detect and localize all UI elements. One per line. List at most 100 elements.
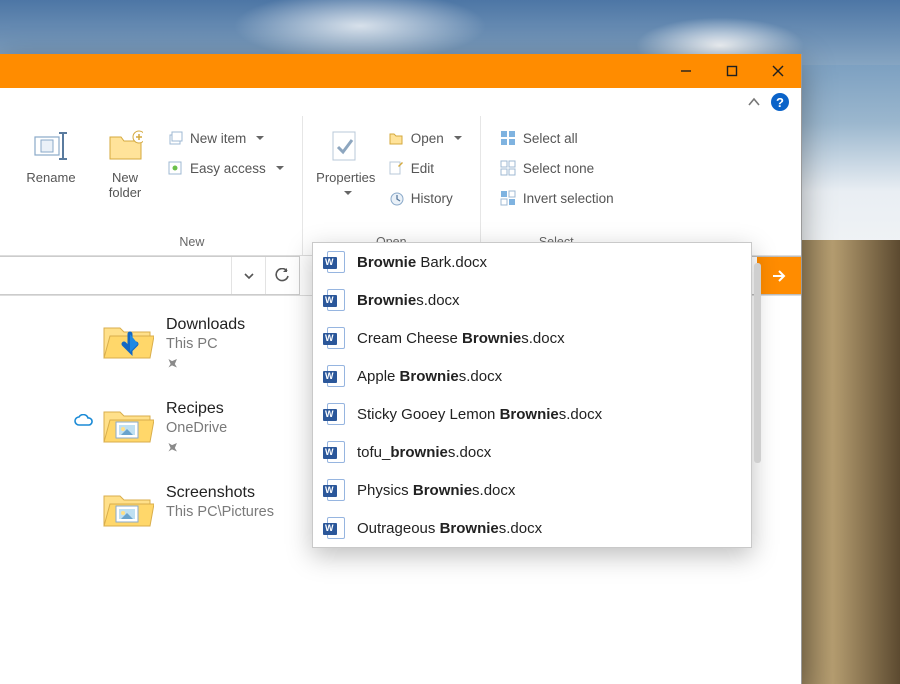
suggestion-text: Outrageous Brownies.docx	[357, 520, 542, 537]
folder-icon	[100, 316, 154, 364]
invert-selection-label: Invert selection	[523, 191, 614, 206]
suggestion-item[interactable]: Outrageous Brownies.docx	[313, 509, 751, 547]
history-button[interactable]: History	[381, 184, 468, 212]
word-doc-icon	[327, 403, 345, 425]
invert-selection-icon	[499, 189, 517, 207]
history-icon	[387, 189, 405, 207]
open-label: Open	[411, 131, 444, 146]
word-doc-icon	[327, 479, 345, 501]
word-doc-icon	[327, 327, 345, 349]
suggestion-item[interactable]: Cream Cheese Brownies.docx	[313, 319, 751, 357]
folder-icon	[100, 484, 154, 532]
edit-label: Edit	[411, 161, 434, 176]
suggestion-item[interactable]: Brownies.docx	[313, 281, 751, 319]
pin-icon	[162, 354, 182, 374]
folder-location: OneDrive	[166, 420, 227, 436]
word-doc-icon	[327, 251, 345, 273]
word-doc-icon	[327, 441, 345, 463]
suggestion-text: Brownies.docx	[357, 292, 460, 309]
close-button[interactable]	[755, 54, 801, 88]
word-doc-icon	[327, 289, 345, 311]
invert-selection-button[interactable]: Invert selection	[493, 184, 620, 212]
suggestion-text: Brownie Bark.docx	[357, 254, 487, 271]
properties-button[interactable]: Properties	[315, 120, 377, 231]
edit-icon	[387, 159, 405, 177]
easy-access-icon	[166, 159, 184, 177]
select-all-icon	[499, 129, 517, 147]
ribbon-new-group: New folder New item Easy access	[82, 116, 303, 255]
help-button[interactable]: ?	[771, 93, 789, 111]
new-folder-label1: New	[112, 170, 138, 185]
folder-icon	[100, 400, 154, 448]
arrow-right-icon	[770, 267, 788, 285]
ribbon: Rename New folder	[0, 116, 801, 256]
minimize-button[interactable]	[663, 54, 709, 88]
ribbon-header-right: ?	[0, 88, 801, 116]
word-doc-icon	[327, 365, 345, 387]
folder-meta: Recipes OneDrive	[166, 400, 227, 458]
open-button[interactable]: Open	[381, 124, 468, 152]
properties-icon	[328, 128, 364, 164]
select-none-label: Select none	[523, 161, 594, 176]
ribbon-group-spacer	[49, 231, 52, 255]
minimize-icon	[680, 65, 692, 77]
ribbon-rename-group: Rename	[8, 116, 82, 255]
suggestion-item[interactable]: tofu_brownies.docx	[313, 433, 751, 471]
address-history-button[interactable]	[231, 257, 265, 294]
new-item-button[interactable]: New item	[160, 124, 290, 152]
search-go-button[interactable]	[757, 257, 801, 294]
new-item-label: New item	[190, 131, 246, 146]
edit-button[interactable]: Edit	[381, 154, 468, 182]
open-icon	[387, 129, 405, 147]
new-folder-icon	[107, 128, 143, 164]
select-all-button[interactable]: Select all	[493, 124, 620, 152]
new-item-icon	[166, 129, 184, 147]
close-icon	[772, 65, 784, 77]
rename-button[interactable]: Rename	[20, 120, 82, 231]
folder-name: Downloads	[166, 316, 245, 334]
select-all-label: Select all	[523, 131, 578, 146]
suggestions-scrollbar[interactable]	[754, 263, 761, 463]
ribbon-select-group: Select all Select none Invert selection	[481, 116, 632, 255]
rename-label: Rename	[26, 170, 75, 185]
select-none-icon	[499, 159, 517, 177]
suggestion-text: Sticky Gooey Lemon Brownies.docx	[357, 406, 602, 423]
suggestion-text: Physics Brownies.docx	[357, 482, 515, 499]
folder-location: This PC\Pictures	[166, 504, 274, 520]
folder-name: Recipes	[166, 400, 227, 418]
suggestion-item[interactable]: Apple Brownies.docx	[313, 357, 751, 395]
maximize-button[interactable]	[709, 54, 755, 88]
ribbon-group-new-label: New	[179, 231, 204, 255]
titlebar	[0, 54, 801, 88]
rename-icon	[33, 128, 69, 164]
properties-label: Properties	[316, 170, 375, 185]
chevron-down-icon	[243, 270, 255, 282]
select-none-button[interactable]: Select none	[493, 154, 620, 182]
easy-access-label: Easy access	[190, 161, 266, 176]
suggestion-item[interactable]: Sticky Gooey Lemon Brownies.docx	[313, 395, 751, 433]
suggestion-text: Cream Cheese Brownies.docx	[357, 330, 565, 347]
easy-access-button[interactable]: Easy access	[160, 154, 290, 182]
folder-location: This PC	[166, 336, 245, 352]
collapse-ribbon-icon[interactable]	[747, 95, 761, 109]
suggestion-item[interactable]: Brownie Bark.docx	[313, 243, 751, 281]
new-folder-button[interactable]: New folder	[94, 120, 156, 231]
suggestion-item[interactable]: Physics Brownies.docx	[313, 471, 751, 509]
refresh-icon	[275, 268, 290, 283]
folder-meta: Screenshots This PC\Pictures	[166, 484, 274, 520]
ribbon-open-group: Properties Open Edit	[303, 116, 481, 255]
maximize-icon	[726, 65, 738, 77]
cloud-icon	[74, 414, 94, 433]
word-doc-icon	[327, 517, 345, 539]
pin-icon	[162, 438, 182, 458]
address-bar[interactable]	[0, 256, 300, 295]
suggestion-text: tofu_brownies.docx	[357, 444, 491, 461]
properties-dropdown-icon	[340, 185, 352, 200]
folder-meta: Downloads This PC	[166, 316, 245, 374]
refresh-button[interactable]	[265, 257, 299, 294]
new-folder-label2: folder	[109, 185, 142, 200]
history-label: History	[411, 191, 453, 206]
folder-name: Screenshots	[166, 484, 274, 502]
suggestion-text: Apple Brownies.docx	[357, 368, 502, 385]
search-suggestions: Brownie Bark.docx Brownies.docx Cream Chee…	[312, 242, 752, 548]
